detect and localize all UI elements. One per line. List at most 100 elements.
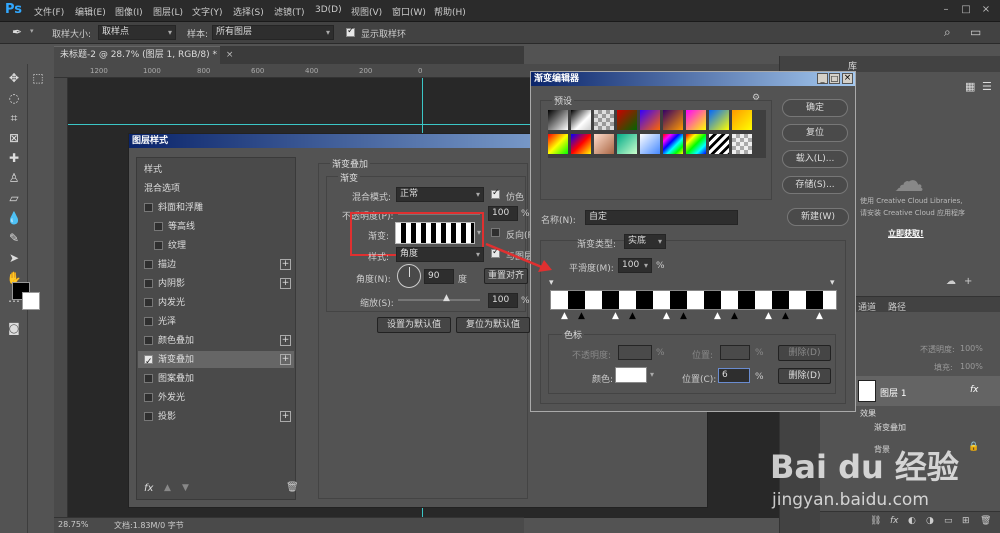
show-ring-checkbox[interactable] (346, 26, 355, 37)
scale-input[interactable]: 100 (488, 293, 518, 308)
maximize-icon[interactable]: □ (829, 73, 840, 84)
stop-color-swatch[interactable] (615, 367, 647, 383)
chevron-down-icon[interactable]: ▾ (30, 27, 34, 35)
menu-image[interactable]: 图像(I) (115, 5, 143, 18)
color-stop[interactable]: ▲ (561, 311, 568, 321)
preset-swatch[interactable] (571, 110, 591, 130)
angle-dial[interactable] (397, 264, 421, 288)
style-list-item[interactable]: 混合选项 (138, 180, 294, 198)
menu-select[interactable]: 选择(S) (233, 5, 264, 18)
add-library-icon[interactable]: + (964, 276, 972, 287)
reverse-checkbox[interactable] (491, 228, 500, 237)
preset-swatch[interactable] (617, 110, 637, 130)
preset-swatch[interactable] (640, 134, 660, 154)
new-layer-icon[interactable]: ⊞ (962, 516, 970, 526)
color-stop[interactable]: ▲ (714, 311, 721, 321)
lasso-tool-icon[interactable]: ◌ (6, 90, 22, 106)
style-checkbox[interactable] (154, 241, 163, 250)
restore-icon[interactable]: □ (958, 3, 974, 17)
blur-tool-icon[interactable]: 💧 (6, 210, 22, 226)
fx-indicator[interactable]: fx (970, 385, 979, 395)
delete-color-stop-button[interactable]: 删除(D) (778, 368, 831, 384)
set-default-button[interactable]: 设置为默认值 (377, 317, 451, 333)
preset-swatch[interactable] (686, 110, 706, 130)
style-checkbox[interactable] (144, 353, 153, 371)
eraser-tool-icon[interactable]: ▱ (6, 190, 22, 206)
menu-file[interactable]: 文件(F) (34, 5, 64, 18)
style-list-item[interactable]: 纹理 (138, 237, 294, 255)
style-checkbox[interactable] (144, 374, 153, 383)
cloud-sync-icon[interactable]: ☁ (946, 276, 956, 287)
style-list-item[interactable]: 内发光 (138, 294, 294, 312)
gradient-type-select[interactable]: 实底 ▾ (624, 234, 666, 249)
scale-slider-thumb[interactable]: ▲ (443, 293, 450, 303)
menu-edit[interactable]: 编辑(E) (75, 5, 106, 18)
color-stop[interactable]: ▲ (816, 311, 823, 321)
style-checkbox[interactable] (144, 393, 153, 402)
menu-help[interactable]: 帮助(H) (434, 5, 466, 18)
crop-tool-icon[interactable]: ⌗ (6, 110, 22, 126)
style-list-item[interactable]: 斜面和浮雕 (138, 199, 294, 217)
style-checkbox[interactable] (144, 317, 153, 326)
cc-get-link[interactable]: 立即获取! (888, 228, 924, 239)
color-stop[interactable]: ▲ (629, 311, 636, 321)
preset-swatch[interactable] (709, 110, 729, 130)
preset-swatch[interactable] (594, 110, 614, 130)
preset-swatch[interactable] (640, 110, 660, 130)
preset-swatch[interactable] (663, 134, 683, 154)
preset-swatch[interactable] (663, 110, 683, 130)
menu-filter[interactable]: 滤镜(T) (274, 5, 305, 18)
reset-button[interactable]: 复位 (782, 124, 848, 142)
add-style-icon[interactable]: + (280, 411, 291, 422)
fill-value[interactable]: 100% (960, 362, 983, 371)
tab-channels[interactable]: 通道 (858, 300, 876, 313)
marquee-tool-icon[interactable]: ⬚ (30, 70, 46, 86)
style-list-item[interactable]: 投影 + (138, 408, 294, 426)
opacity-input[interactable]: 100 (488, 206, 518, 221)
style-list-item[interactable]: 光泽 (138, 313, 294, 331)
stamp-tool-icon[interactable]: ♙ (6, 170, 22, 186)
trash-icon[interactable]: 🗑 (286, 482, 299, 493)
trash-icon[interactable]: 🗑 (980, 516, 991, 526)
tab-paths[interactable]: 路径 (888, 300, 906, 313)
style-list-item[interactable]: 颜色叠加 + (138, 332, 294, 350)
chevron-down-icon[interactable]: ▾ (650, 370, 654, 379)
add-style-icon[interactable]: + (280, 335, 291, 346)
eyedropper-tool-icon[interactable]: ✒ (12, 25, 22, 39)
folder-icon[interactable]: ▭ (944, 516, 953, 526)
smoothness-input[interactable]: 100 ▾ (618, 258, 652, 273)
search-icon[interactable]: ⌕ (944, 25, 951, 40)
preset-swatch[interactable] (686, 134, 706, 154)
blend-mode-select[interactable]: 正常 ▾ (396, 187, 484, 202)
style-checkbox[interactable] (144, 203, 153, 212)
close-icon[interactable]: × (842, 73, 853, 84)
sample-select[interactable]: 所有图层 ▾ (212, 25, 334, 40)
stop-location-c-input[interactable]: 6 (718, 368, 750, 383)
move-down-icon[interactable]: ▼ (182, 483, 189, 493)
grid-view-icon[interactable]: ▦ (965, 80, 975, 93)
fx-menu-icon[interactable]: fx (144, 483, 153, 494)
gear-icon[interactable]: ⚙ (752, 93, 760, 103)
move-up-icon[interactable]: ▲ (164, 483, 171, 493)
style-checkbox[interactable] (144, 336, 153, 345)
preset-swatch[interactable] (548, 110, 568, 130)
minimize-icon[interactable]: _ (817, 73, 828, 84)
style-list-item[interactable]: 渐变叠加 + (138, 351, 294, 371)
style-list-item[interactable]: 内阴影 + (138, 275, 294, 293)
preset-swatch[interactable] (732, 110, 752, 130)
preset-swatch[interactable] (571, 134, 591, 154)
preset-swatch[interactable] (732, 134, 752, 154)
preset-swatch[interactable] (617, 134, 637, 154)
name-input[interactable]: 自定 (585, 210, 738, 225)
path-select-tool-icon[interactable]: ➤ (6, 250, 22, 266)
color-stop[interactable]: ▲ (680, 311, 687, 321)
frame-tool-icon[interactable]: ⊠ (6, 130, 22, 146)
style-checkbox[interactable] (144, 279, 153, 288)
healing-tool-icon[interactable]: ✚ (6, 150, 22, 166)
style-select[interactable]: 角度 ▾ (396, 247, 484, 262)
style-checkbox[interactable] (144, 298, 153, 307)
add-style-icon[interactable]: + (280, 354, 291, 365)
preset-swatch[interactable] (548, 134, 568, 154)
close-window-icon[interactable]: × (978, 3, 994, 17)
menu-layer[interactable]: 图层(L) (153, 5, 183, 18)
